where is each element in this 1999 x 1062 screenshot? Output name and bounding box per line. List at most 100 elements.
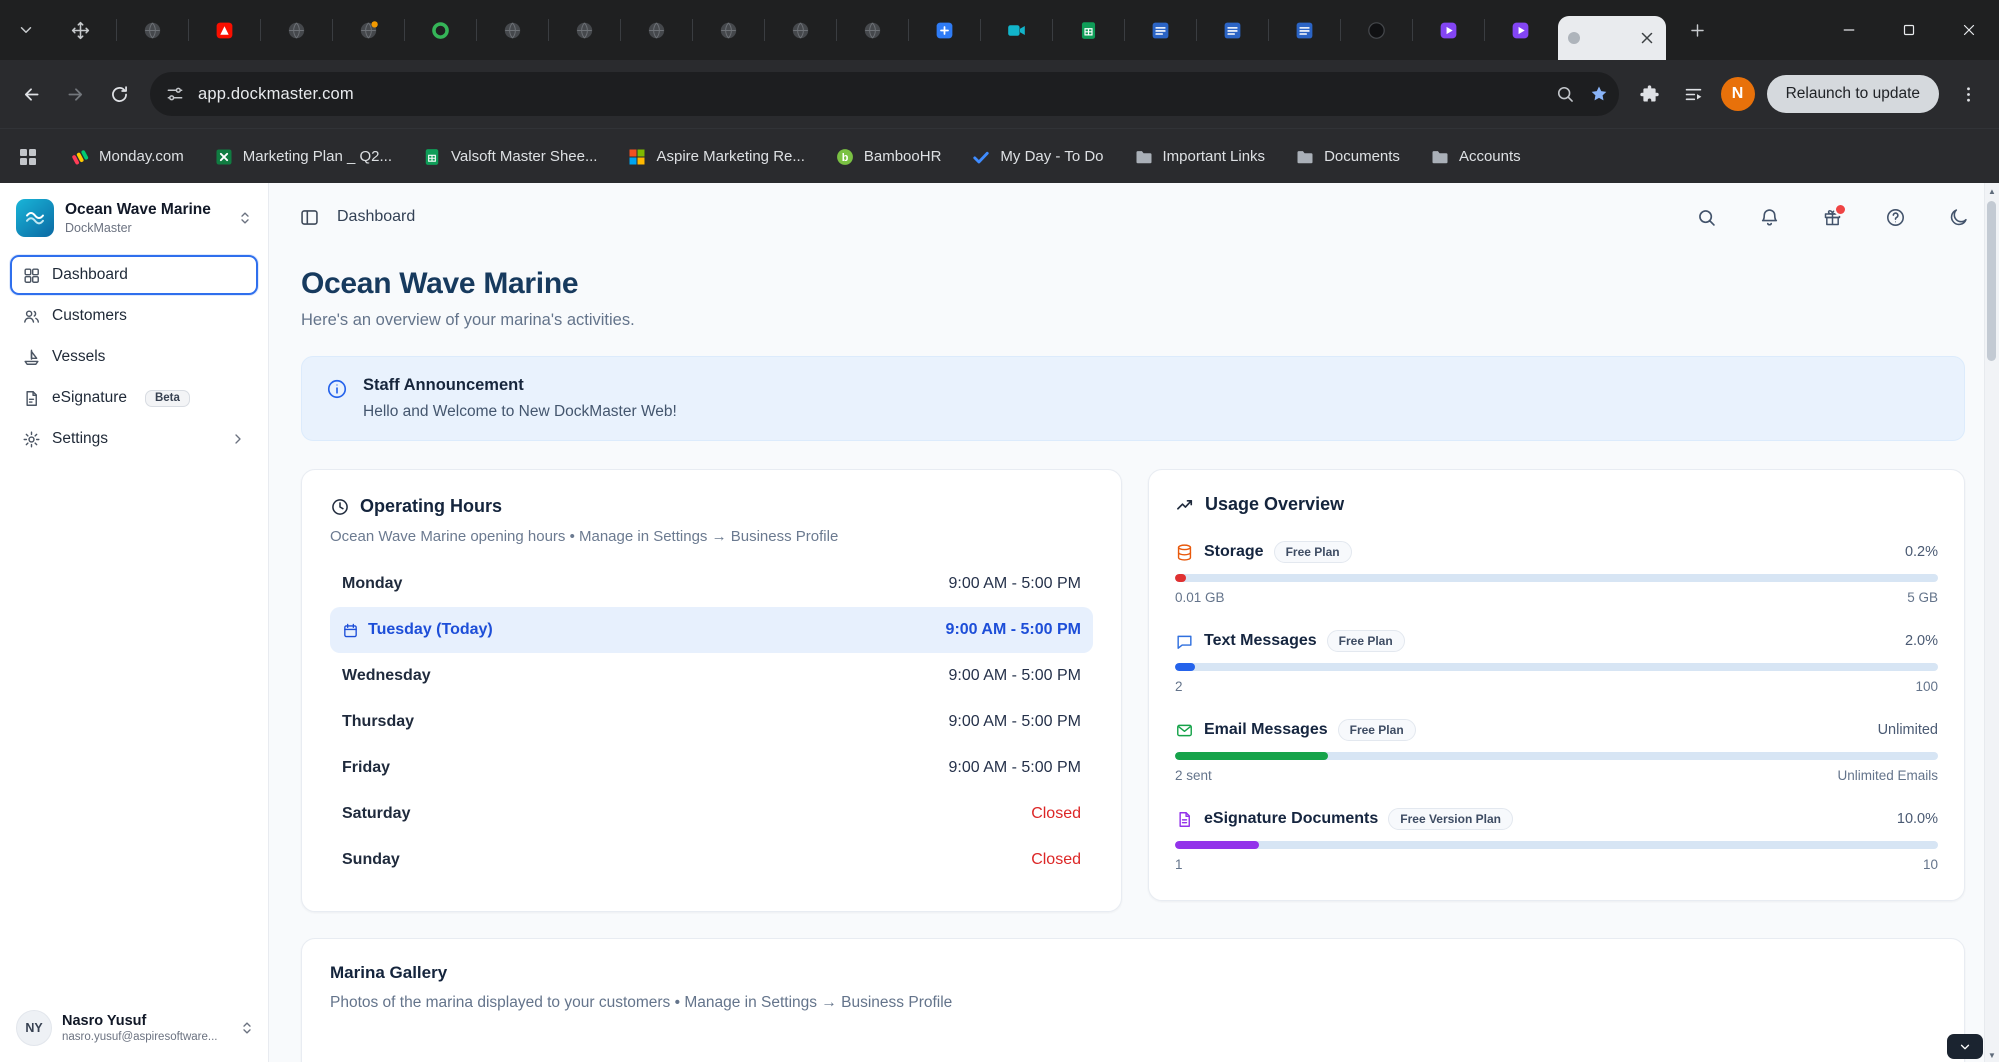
day-name: Thursday [342,713,414,731]
bookmark-item[interactable]: Valsoft Master Shee... [422,147,597,167]
sidebar-item-dashboard[interactable]: Dashboard [10,255,258,295]
browser-tab[interactable] [1484,0,1556,60]
sidebar-toggle-icon[interactable] [299,207,320,228]
minimize-button[interactable] [1819,0,1879,60]
help-icon[interactable] [1885,207,1906,228]
browser-tab[interactable] [692,0,764,60]
dark-mode-moon-icon[interactable] [1948,207,1969,228]
media-queue-icon[interactable] [1673,73,1715,115]
browser-tab[interactable] [1268,0,1340,60]
metric-sub-row: 2100 [1175,679,1938,694]
tab-close-icon[interactable] [1638,29,1656,47]
usage-metric: Email MessagesFree PlanUnlimited2 sentUn… [1175,719,1938,783]
browser-tab[interactable] [836,0,908,60]
browser-tab[interactable] [476,0,548,60]
staff-announcement-banner: Staff Announcement Hello and Welcome to … [301,356,1965,441]
folder-favicon-icon [1295,147,1315,167]
day-name: Monday [342,575,402,593]
bookmark-item[interactable]: Accounts [1430,147,1521,167]
browser-tab[interactable] [1196,0,1268,60]
window-controls [1819,0,1999,60]
browser-tab[interactable] [548,0,620,60]
scrollbar-thumb[interactable] [1987,201,1996,361]
browser-tab[interactable] [764,0,836,60]
sidebar-item-customers[interactable]: Customers [10,296,258,336]
new-tab-button[interactable] [1678,11,1716,49]
globedot-favicon-icon [358,20,379,41]
bookmark-item[interactable]: Important Links [1134,147,1266,167]
active-tab[interactable] [1558,16,1666,60]
browser-tab[interactable] [44,0,116,60]
vessels-icon [22,348,41,367]
bookmark-item[interactable]: bBambooHR [835,147,942,167]
progress-track [1175,752,1938,760]
close-window-button[interactable] [1939,0,1999,60]
sidebar-item-vessels[interactable]: Vessels [10,337,258,377]
bookmark-item[interactable]: Aspire Marketing Re... [627,147,804,167]
browser-menu-icon[interactable] [1947,73,1989,115]
search-icon[interactable] [1696,207,1717,228]
browser-tab[interactable] [1412,0,1484,60]
extensions-icon[interactable] [1629,73,1671,115]
lens-search-icon[interactable] [1555,84,1575,104]
metric-used: 1 [1175,857,1183,872]
relaunch-to-update-button[interactable]: Relaunch to update [1767,75,1939,113]
sidebar-item-label: Vessels [52,348,105,366]
active-tab-favicon-icon [1568,32,1580,44]
globe-favicon-icon [286,20,307,41]
sidebar-item-esignature[interactable]: eSignatureBeta [10,378,258,418]
browser-tab[interactable] [116,0,188,60]
sheets-favicon-icon [1078,20,1099,41]
unfold-icon [236,209,254,227]
user-name: Nasro Yusuf [62,1013,228,1029]
operating-hours-row: SundayClosed [330,837,1093,883]
whats-new-gift-icon[interactable] [1822,207,1843,228]
browser-tab[interactable] [620,0,692,60]
bookmark-item[interactable]: Documents [1295,147,1400,167]
browser-tab[interactable] [908,0,980,60]
url-text[interactable]: app.dockmaster.com [198,85,354,104]
browser-tab[interactable] [1052,0,1124,60]
site-settings-icon[interactable] [165,84,185,104]
bookmark-star-icon[interactable] [1589,84,1609,104]
browser-tab[interactable] [1340,0,1412,60]
usage-metric: eSignature DocumentsFree Version Plan10.… [1175,808,1938,872]
bookmark-label: Aspire Marketing Re... [656,148,804,165]
reload-button[interactable] [98,73,140,115]
bookmark-item[interactable]: My Day - To Do [971,147,1103,167]
browser-tab[interactable] [980,0,1052,60]
operating-hours-row: Thursday9:00 AM - 5:00 PM [330,699,1093,745]
unfold-icon [238,1019,256,1037]
breadcrumb: Dashboard [337,208,415,226]
browser-tab[interactable] [1124,0,1196,60]
maximize-button[interactable] [1879,0,1939,60]
green-favicon-icon [430,20,451,41]
user-menu[interactable]: NY Nasro Yusuf nasro.yusuf@aspiresoftwar… [0,996,268,1062]
browser-tab[interactable] [188,0,260,60]
scrollbar-down-arrow[interactable]: ▼ [1985,1051,1999,1060]
notifications-bell-icon[interactable] [1759,207,1780,228]
org-switcher[interactable]: Ocean Wave Marine DockMaster [0,183,268,247]
progress-track [1175,574,1938,582]
metric-used: 2 [1175,679,1183,694]
browser-tab[interactable] [260,0,332,60]
page-scrollbar[interactable]: ▲ ▼ [1984,183,1999,1062]
profile-avatar[interactable]: N [1721,77,1755,111]
day-name: Saturday [342,805,410,823]
sidebar-item-settings[interactable]: Settings [10,419,258,459]
address-bar[interactable]: app.dockmaster.com [150,72,1619,116]
scrollbar-up-arrow[interactable]: ▲ [1985,183,1999,199]
metric-label: Storage [1204,543,1264,561]
scroll-down-button[interactable] [1947,1034,1983,1059]
bookmark-label: Documents [1324,148,1400,165]
browser-tab[interactable] [332,0,404,60]
bookmark-item[interactable]: Monday.com [70,147,184,167]
browser-tab[interactable] [404,0,476,60]
apps-grid-icon[interactable] [16,145,40,169]
bookmark-item[interactable]: Marketing Plan _ Q2... [214,147,392,167]
forward-button[interactable] [54,73,96,115]
metric-limit: 5 GB [1907,590,1938,605]
tab-search-button[interactable] [8,12,44,48]
day-name: Sunday [342,851,400,869]
back-button[interactable] [10,73,52,115]
